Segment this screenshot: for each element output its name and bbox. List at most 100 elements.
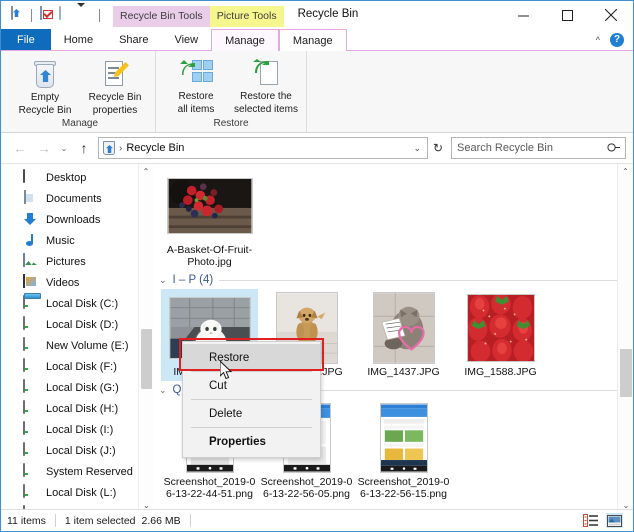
- sidebar-label-local-disk-l: Local Disk (L:): [46, 486, 117, 499]
- sidebar-item-local-disk-c[interactable]: Local Disk (C:): [1, 293, 153, 314]
- videos-icon: [23, 274, 39, 290]
- recycle-bin-icon[interactable]: [9, 6, 24, 23]
- tab-file[interactable]: File: [1, 29, 51, 50]
- drive-icon: [23, 421, 39, 437]
- sidebar-item-local-disk-j[interactable]: Local Disk (J:): [1, 440, 153, 461]
- up-button[interactable]: ↑: [72, 136, 96, 160]
- restore-all-items-button[interactable]: Restore all items: [162, 57, 230, 117]
- chevron-down-icon[interactable]: ⌄: [159, 275, 167, 286]
- back-button[interactable]: ←: [8, 136, 32, 160]
- tab-home[interactable]: Home: [51, 29, 106, 50]
- address-bar: ← → ⌄ ↑ › Recycle Bin ⌄ ↻ Search Recycle…: [1, 133, 633, 163]
- sidebar-label-documents: Documents: [46, 192, 102, 205]
- sidebar-label-local-disk-g: Local Disk (G:): [46, 381, 119, 394]
- sidebar-item-desktop[interactable]: Desktop: [1, 167, 153, 188]
- properties-icon[interactable]: [39, 6, 54, 23]
- group-header-i-p[interactable]: ⌄ I – P (4): [153, 271, 633, 289]
- downloads-icon: [23, 212, 39, 227]
- thumbnail: [359, 403, 449, 473]
- nav-list: Desktop Documents Downloads Music Pictur…: [1, 167, 153, 512]
- sidebar-item-new-volume-e[interactable]: New Volume (E:): [1, 335, 153, 356]
- qat-divider-2: [99, 8, 100, 22]
- context-menu-item-properties[interactable]: Properties: [183, 428, 320, 455]
- group-header-label: I – P (4): [172, 274, 214, 286]
- chevron-down-icon[interactable]: ⌄: [413, 143, 423, 154]
- file-pane-scrollbar[interactable]: ⌃ ⌄: [617, 164, 633, 512]
- maximize-button[interactable]: [545, 1, 589, 29]
- file-explorer-window: Recycle Bin Tools Picture Tools Recycle …: [0, 0, 634, 532]
- pictures-icon: [23, 253, 39, 269]
- details-view-icon[interactable]: [582, 513, 599, 528]
- sidebar-item-documents[interactable]: Documents: [1, 188, 153, 209]
- file-row-1: A-Basket-Of-Fruit-Photo.jpg: [153, 164, 633, 271]
- tab-manage-recycle-bin[interactable]: Manage: [211, 29, 279, 51]
- contextual-tab-picture-tools[interactable]: Picture Tools: [209, 6, 284, 27]
- ribbon-group-restore-label: Restore: [213, 118, 249, 129]
- collapse-ribbon-icon[interactable]: ^: [596, 35, 600, 45]
- sidebar-item-local-disk-g[interactable]: Local Disk (G:): [1, 377, 153, 398]
- tab-manage-picture[interactable]: Manage: [278, 29, 347, 51]
- sidebar-item-local-disk-f[interactable]: Local Disk (F:): [1, 356, 153, 377]
- address-recycle-bin-icon: [103, 141, 115, 155]
- sidebar-label-videos: Videos: [46, 276, 80, 289]
- context-menu-item-delete[interactable]: Delete: [183, 400, 320, 427]
- view-buttons: [582, 513, 627, 528]
- restore-selected-items-button[interactable]: Restore the selected items: [232, 57, 300, 117]
- forward-button[interactable]: →: [32, 136, 56, 160]
- nav-scroll-up-icon[interactable]: ⌃: [139, 164, 153, 178]
- minimize-button[interactable]: [501, 1, 545, 29]
- recent-locations-button[interactable]: ⌄: [56, 136, 72, 160]
- status-divider-2: [189, 514, 191, 527]
- contextual-tab-recycle-bin-tools[interactable]: Recycle Bin Tools: [113, 6, 210, 27]
- sidebar-item-local-disk-h[interactable]: Local Disk (H:): [1, 398, 153, 419]
- new-folder-icon[interactable]: [58, 6, 73, 23]
- nav-scroll-thumb[interactable]: [141, 329, 152, 389]
- drive-icon: [23, 379, 39, 395]
- file-scroll-up-icon[interactable]: ⌃: [618, 164, 633, 178]
- sidebar-item-music[interactable]: Music: [1, 230, 153, 251]
- recycle-bin-properties-button[interactable]: Recycle Bin properties: [81, 57, 149, 118]
- drive-icon: [23, 484, 39, 500]
- status-bar: 11 items 1 item selected 2.66 MB: [1, 509, 633, 531]
- list-item[interactable]: IMG_1588.JPG: [452, 289, 549, 381]
- context-menu-item-cut[interactable]: Cut: [183, 372, 320, 399]
- sidebar-item-system-reserved[interactable]: System Reserved: [1, 461, 153, 482]
- drive-icon: [23, 358, 39, 374]
- chevron-down-icon[interactable]: ⌄: [159, 385, 167, 396]
- address-input[interactable]: › Recycle Bin ⌄: [98, 137, 428, 159]
- sidebar-item-pictures[interactable]: Pictures: [1, 251, 153, 272]
- sidebar-item-videos[interactable]: Videos: [1, 272, 153, 293]
- navigation-pane: Desktop Documents Downloads Music Pictur…: [1, 164, 153, 512]
- sidebar-label-downloads: Downloads: [46, 213, 101, 226]
- sidebar-label-desktop: Desktop: [46, 171, 87, 184]
- file-list-pane[interactable]: A-Basket-Of-Fruit-Photo.jpg ⌄ I – P (4): [153, 164, 633, 512]
- file-name: Screenshot_2019-06-13-22-56-15.png: [357, 476, 450, 500]
- item-count-label: 11 items: [7, 514, 46, 527]
- contextual-tab-headers: Recycle Bin Tools Picture Tools: [113, 1, 284, 29]
- tab-share[interactable]: Share: [106, 29, 161, 50]
- refresh-button[interactable]: ↻: [428, 137, 448, 159]
- empty-recycle-bin-button[interactable]: Empty Recycle Bin: [11, 57, 79, 118]
- restore-all-items-label-2: all items: [177, 104, 215, 115]
- close-button[interactable]: [589, 1, 633, 29]
- drive-icon: [23, 316, 39, 332]
- sidebar-item-local-disk-l[interactable]: Local Disk (L:): [1, 482, 153, 503]
- sidebar-item-downloads[interactable]: Downloads: [1, 209, 153, 230]
- sidebar-item-local-disk-d[interactable]: Local Disk (D:): [1, 314, 153, 335]
- context-menu-item-restore[interactable]: Restore: [183, 344, 320, 371]
- list-item[interactable]: Screenshot_2019-06-13-22-56-15.png: [355, 399, 452, 503]
- sidebar-item-local-disk-i[interactable]: Local Disk (I:): [1, 419, 153, 440]
- list-item[interactable]: A-Basket-Of-Fruit-Photo.jpg: [161, 167, 258, 271]
- ribbon-group-manage: Empty Recycle Bin Recycle Bin properties…: [5, 51, 156, 132]
- large-icons-view-icon[interactable]: [606, 513, 623, 528]
- customize-caret-icon[interactable]: [77, 3, 92, 23]
- search-input[interactable]: Search Recycle Bin: [451, 137, 626, 159]
- file-scroll-thumb[interactable]: [620, 349, 632, 397]
- sidebar-label-local-disk-f: Local Disk (F:): [46, 360, 117, 373]
- drive-c-icon: [23, 295, 39, 311]
- help-icon[interactable]: ?: [610, 32, 624, 47]
- navigation-pane-scrollbar[interactable]: ⌃ ⌄: [138, 164, 153, 512]
- list-item[interactable]: IMG_1437.JPG: [355, 289, 452, 381]
- context-menu[interactable]: Restore Cut Delete Properties: [182, 341, 321, 458]
- tab-view[interactable]: View: [161, 29, 211, 50]
